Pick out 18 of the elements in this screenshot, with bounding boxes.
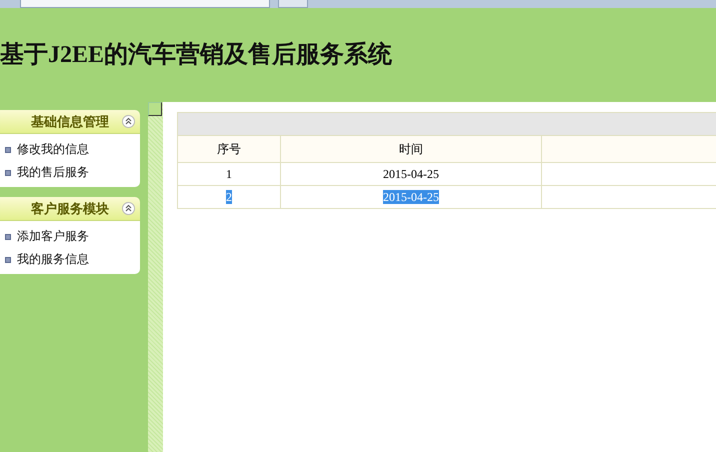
menu-item[interactable]: 添加客户服务 [0,225,140,248]
table-cell: 2015-04-25 [383,166,439,180]
panel-title: 客户服务模块 [31,200,109,218]
table-cell: 1 [226,166,232,180]
panel-header[interactable]: 客户服务模块 [0,197,140,221]
panel-header[interactable]: 基础信息管理 [0,110,140,134]
column-header: 时间 [280,136,542,162]
table-cell: 2015-04-25 [383,190,439,204]
sidebar-toggle[interactable] [148,102,162,116]
table-cell: 2 [226,190,232,204]
panel-title: 基础信息管理 [31,114,109,130]
column-header: 序号 [178,136,280,162]
menu-item[interactable]: 我的售后服务 [0,161,140,184]
page-title: 基于J2EE的汽车营销及售后服务系统 [0,40,392,70]
collapse-icon[interactable] [122,115,135,128]
menu-item[interactable]: 我的服务信息 [0,248,140,271]
collapse-icon[interactable] [122,202,135,215]
menu-item[interactable]: 修改我的信息 [0,138,140,161]
